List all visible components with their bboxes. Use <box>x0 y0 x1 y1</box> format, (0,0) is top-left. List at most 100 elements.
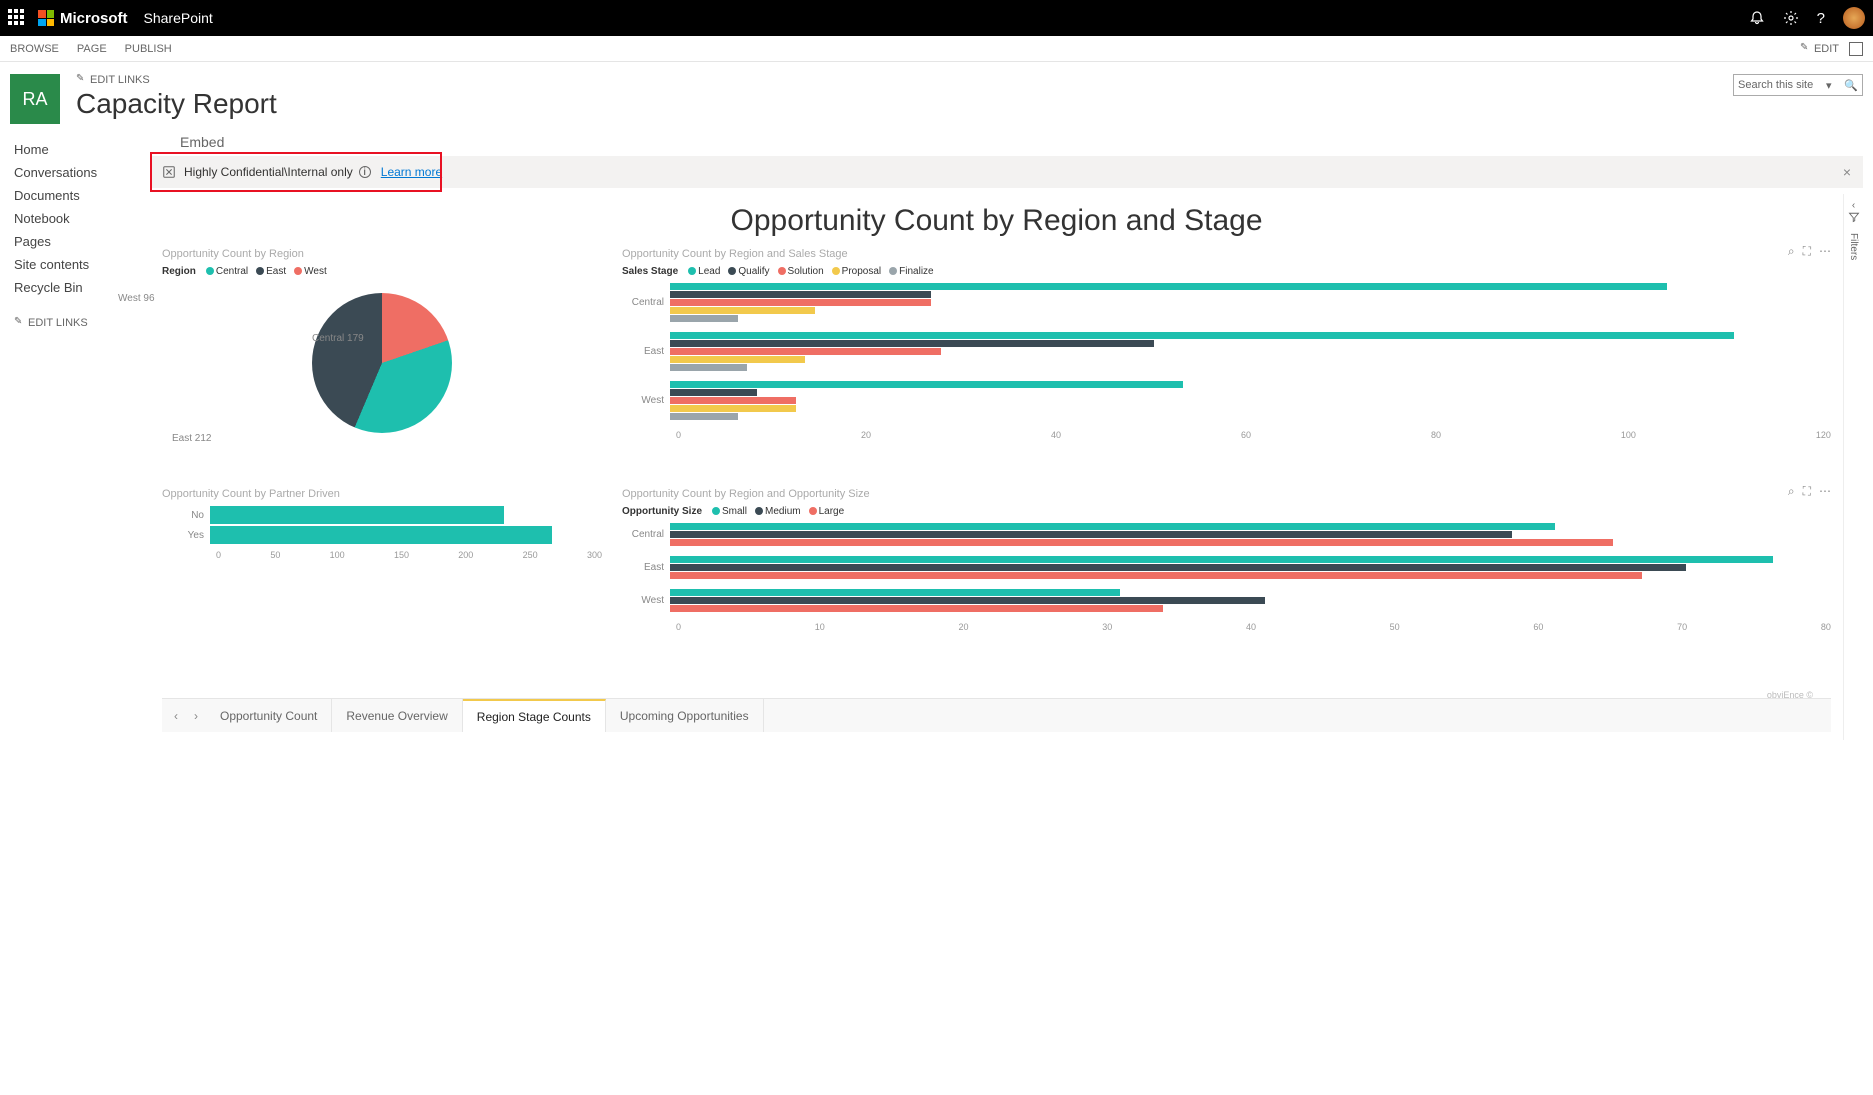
focus-mode-icon[interactable] <box>1849 42 1863 56</box>
focus-icon[interactable]: ⛶ <box>1803 244 1811 259</box>
bar[interactable] <box>670 413 738 420</box>
bar[interactable] <box>670 315 738 322</box>
nav-item-pages[interactable]: Pages <box>14 230 150 253</box>
app-name[interactable]: SharePoint <box>144 10 213 26</box>
report-tab-region-stage-counts[interactable]: Region Stage Counts <box>463 699 606 732</box>
search-box[interactable]: Search this site ▾ 🔍 <box>1733 74 1863 96</box>
bar[interactable] <box>670 356 805 363</box>
bar[interactable] <box>670 531 1512 538</box>
bar[interactable] <box>670 572 1642 579</box>
bar[interactable] <box>670 307 815 314</box>
filter-icon[interactable]: ⌕ <box>1788 484 1795 499</box>
notifications-icon[interactable] <box>1749 10 1765 26</box>
bar[interactable] <box>670 332 1734 339</box>
bar[interactable] <box>670 589 1120 596</box>
legend-item[interactable]: Medium <box>755 506 801 517</box>
ribbon: BROWSE PAGE PUBLISH EDIT <box>0 36 1873 62</box>
app-launcher-icon[interactable] <box>8 9 26 27</box>
chart-title: Opportunity Count by Partner Driven <box>162 488 602 500</box>
filters-pane-collapsed[interactable]: ‹ Filters <box>1843 194 1863 740</box>
filter-icon[interactable]: ⌕ <box>1788 244 1795 259</box>
close-icon[interactable]: × <box>1843 164 1851 180</box>
legend-item[interactable]: Qualify <box>728 266 769 277</box>
report-tab-upcoming-opportunities[interactable]: Upcoming Opportunities <box>606 699 764 732</box>
sensitivity-icon <box>162 165 176 179</box>
x-axis: 020406080100120 <box>622 430 1831 440</box>
bar[interactable] <box>210 506 504 524</box>
more-icon[interactable]: ⋯ <box>1819 484 1831 499</box>
legend-item[interactable]: Solution <box>778 266 824 277</box>
microsoft-logo: Microsoft <box>38 10 128 27</box>
legend-item[interactable]: Small <box>712 506 747 517</box>
focus-icon[interactable]: ⛶ <box>1803 484 1811 499</box>
nav-item-conversations[interactable]: Conversations <box>14 161 150 184</box>
chart-title: Opportunity Count by Region and Sales St… <box>622 248 1831 260</box>
edit-links-top[interactable]: EDIT LINKS <box>76 74 1733 86</box>
ribbon-tab-browse[interactable]: BROWSE <box>10 43 59 55</box>
edit-page-button[interactable]: EDIT <box>1800 43 1839 55</box>
nav-item-home[interactable]: Home <box>14 138 150 161</box>
bar[interactable] <box>210 526 552 544</box>
learn-more-link[interactable]: Learn more <box>381 165 442 179</box>
bar[interactable] <box>670 340 1154 347</box>
edit-links-nav-label: EDIT LINKS <box>28 317 88 329</box>
bar[interactable] <box>670 405 796 412</box>
chart-2: Opportunity Count by Partner DrivenNoYes… <box>162 488 602 698</box>
pencil-icon <box>1800 44 1810 54</box>
x-axis: 01020304050607080 <box>622 622 1831 632</box>
bar[interactable] <box>670 389 757 396</box>
bar[interactable] <box>670 605 1163 612</box>
info-icon[interactable]: i <box>359 166 371 178</box>
bar[interactable] <box>670 291 931 298</box>
site-logo[interactable]: RA <box>10 74 60 124</box>
ribbon-tab-publish[interactable]: PUBLISH <box>125 43 172 55</box>
bar[interactable] <box>670 397 796 404</box>
bar[interactable] <box>670 597 1265 604</box>
search-icon[interactable]: 🔍 <box>1844 79 1858 92</box>
edit-links-nav[interactable]: EDIT LINKS <box>14 317 150 329</box>
chart-0: Opportunity Count by RegionRegionCentral… <box>162 248 602 478</box>
category-label: Central <box>622 529 670 540</box>
legend-item[interactable]: Lead <box>688 266 720 277</box>
settings-icon[interactable] <box>1783 10 1799 26</box>
bar[interactable] <box>670 364 747 371</box>
tab-next-icon[interactable]: › <box>186 709 206 723</box>
ribbon-tab-page[interactable]: PAGE <box>77 43 107 55</box>
legend-item[interactable]: Finalize <box>889 266 933 277</box>
bar[interactable] <box>670 523 1555 530</box>
chart-legend: RegionCentralEastWest <box>162 266 602 277</box>
nav-item-notebook[interactable]: Notebook <box>14 207 150 230</box>
bar[interactable] <box>670 556 1773 563</box>
attribution-label: obviEnce © <box>1767 690 1813 700</box>
pie-visual[interactable] <box>312 293 452 433</box>
bar[interactable] <box>670 348 941 355</box>
nav-item-documents[interactable]: Documents <box>14 184 150 207</box>
search-dropdown-icon[interactable]: ▾ <box>1826 79 1832 92</box>
user-avatar[interactable] <box>1843 7 1865 29</box>
pie-label: East 212 <box>172 433 211 444</box>
tab-prev-icon[interactable]: ‹ <box>166 709 186 723</box>
bar[interactable] <box>670 539 1613 546</box>
nav-item-site-contents[interactable]: Site contents <box>14 253 150 276</box>
legend-item[interactable]: Proposal <box>832 266 881 277</box>
page-title: Capacity Report <box>76 88 1733 120</box>
report-tab-opportunity-count[interactable]: Opportunity Count <box>206 699 332 732</box>
x-axis: 050100150200250300 <box>162 550 602 560</box>
report-tab-revenue-overview[interactable]: Revenue Overview <box>332 699 462 732</box>
chart-legend: Sales StageLeadQualifySolutionProposalFi… <box>622 266 1831 277</box>
bar[interactable] <box>670 283 1667 290</box>
chevron-left-icon[interactable]: ‹ <box>1852 200 1855 211</box>
help-icon[interactable]: ? <box>1817 10 1825 27</box>
legend-item[interactable]: Large <box>809 506 845 517</box>
legend-item[interactable]: West <box>294 266 327 277</box>
category-label: Central <box>622 297 670 308</box>
legend-item[interactable]: East <box>256 266 286 277</box>
bar[interactable] <box>670 299 931 306</box>
bar[interactable] <box>670 381 1183 388</box>
legend-item[interactable]: Central <box>206 266 248 277</box>
pencil-icon <box>76 75 86 85</box>
pie-label: West 96 <box>118 293 155 304</box>
bar[interactable] <box>670 564 1686 571</box>
category-label: No <box>162 510 210 521</box>
more-icon[interactable]: ⋯ <box>1819 244 1831 259</box>
